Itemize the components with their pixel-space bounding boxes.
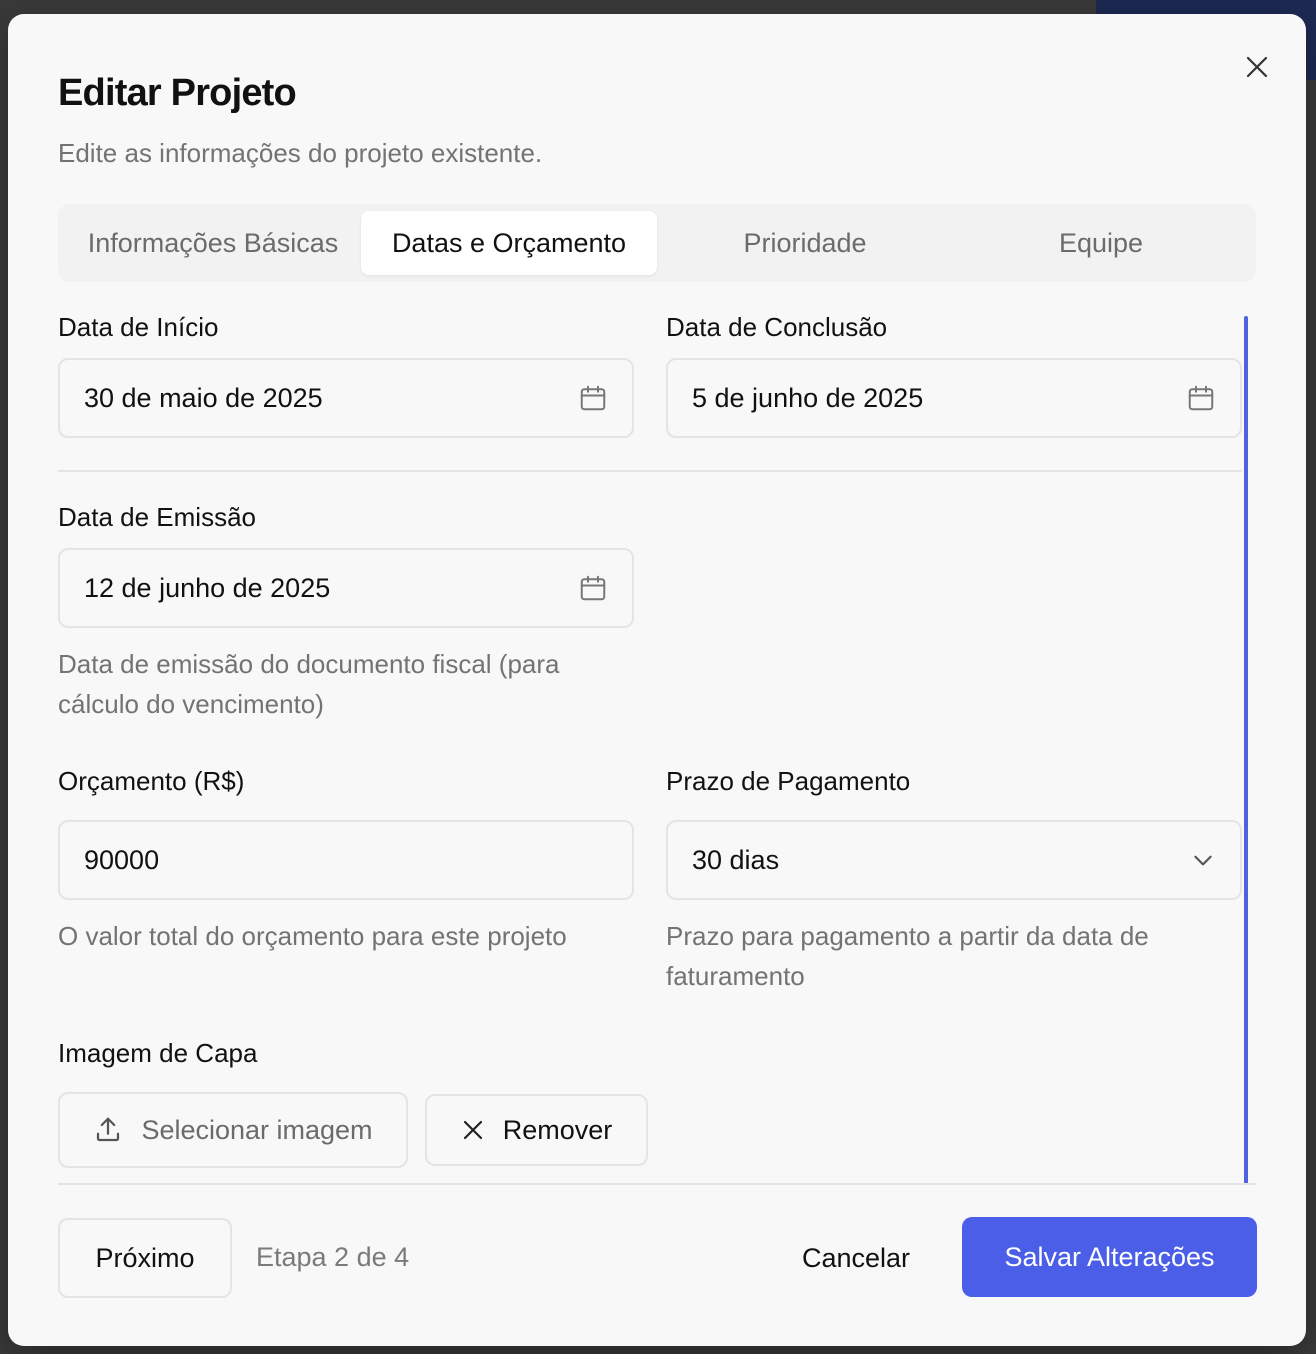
end-date-value: 5 de junho de 2025: [692, 382, 924, 413]
calendar-icon: [1186, 383, 1216, 413]
tab-team[interactable]: Equipe: [953, 211, 1249, 275]
issue-date-hint: Data de emissão do documento fiscal (par…: [58, 649, 560, 719]
start-date-label: Data de Início: [58, 312, 219, 342]
issue-date-field[interactable]: 12 de junho de 2025: [58, 548, 634, 628]
cancel-button[interactable]: Cancelar: [778, 1218, 934, 1298]
cover-image-label: Imagem de Capa: [58, 1038, 258, 1068]
issue-date-label: Data de Emissão: [58, 502, 256, 532]
footer-divider: [58, 1183, 1256, 1185]
tab-dates-budget[interactable]: Datas e Orçamento: [361, 211, 657, 275]
x-icon: [461, 1118, 485, 1142]
step-indicator: Etapa 2 de 4: [256, 1242, 410, 1272]
dialog-subtitle: Edite as informações do projeto existent…: [58, 138, 543, 168]
edit-project-dialog: Editar Projeto Edite as informações do p…: [8, 14, 1306, 1346]
select-image-button[interactable]: Selecionar imagem: [58, 1092, 408, 1168]
save-button[interactable]: Salvar Alterações: [962, 1217, 1257, 1297]
budget-label: Orçamento (R$): [58, 766, 245, 796]
chevron-down-icon: [1190, 847, 1216, 873]
close-button[interactable]: [1242, 52, 1272, 82]
select-image-label: Selecionar imagem: [141, 1114, 373, 1145]
upload-icon: [93, 1115, 123, 1145]
end-date-label: Data de Conclusão: [666, 312, 888, 342]
tab-priority[interactable]: Prioridade: [657, 211, 953, 275]
end-date-field[interactable]: 5 de junho de 2025: [666, 358, 1242, 438]
form-scroll-area: Data de Início 30 de maio de 2025 Data d…: [58, 312, 1250, 1184]
tab-list: Informações Básicas Datas e Orçamento Pr…: [58, 204, 1256, 282]
start-date-value: 30 de maio de 2025: [84, 382, 323, 413]
budget-hint: O valor total do orçamento para este pro…: [58, 921, 567, 951]
budget-input[interactable]: 90000: [58, 820, 634, 900]
close-icon: [1245, 55, 1269, 79]
scrollbar[interactable]: [1244, 316, 1248, 1184]
payment-term-label: Prazo de Pagamento: [666, 766, 911, 796]
calendar-icon: [578, 383, 608, 413]
start-date-field[interactable]: 30 de maio de 2025: [58, 358, 634, 438]
remove-image-label: Remover: [502, 1114, 613, 1145]
next-button[interactable]: Próximo: [58, 1218, 232, 1298]
tab-basic-info[interactable]: Informações Básicas: [65, 211, 361, 275]
dialog-title: Editar Projeto: [58, 72, 297, 114]
issue-date-value: 12 de junho de 2025: [84, 572, 331, 603]
section-divider: [58, 470, 1242, 472]
budget-value: 90000: [84, 844, 160, 875]
calendar-icon: [578, 573, 608, 603]
payment-term-hint: Prazo para pagamento a partir da data de…: [666, 921, 1149, 991]
payment-term-select[interactable]: 30 dias: [666, 820, 1242, 900]
payment-term-value: 30 dias: [692, 844, 780, 875]
remove-image-button[interactable]: Remover: [425, 1094, 648, 1166]
